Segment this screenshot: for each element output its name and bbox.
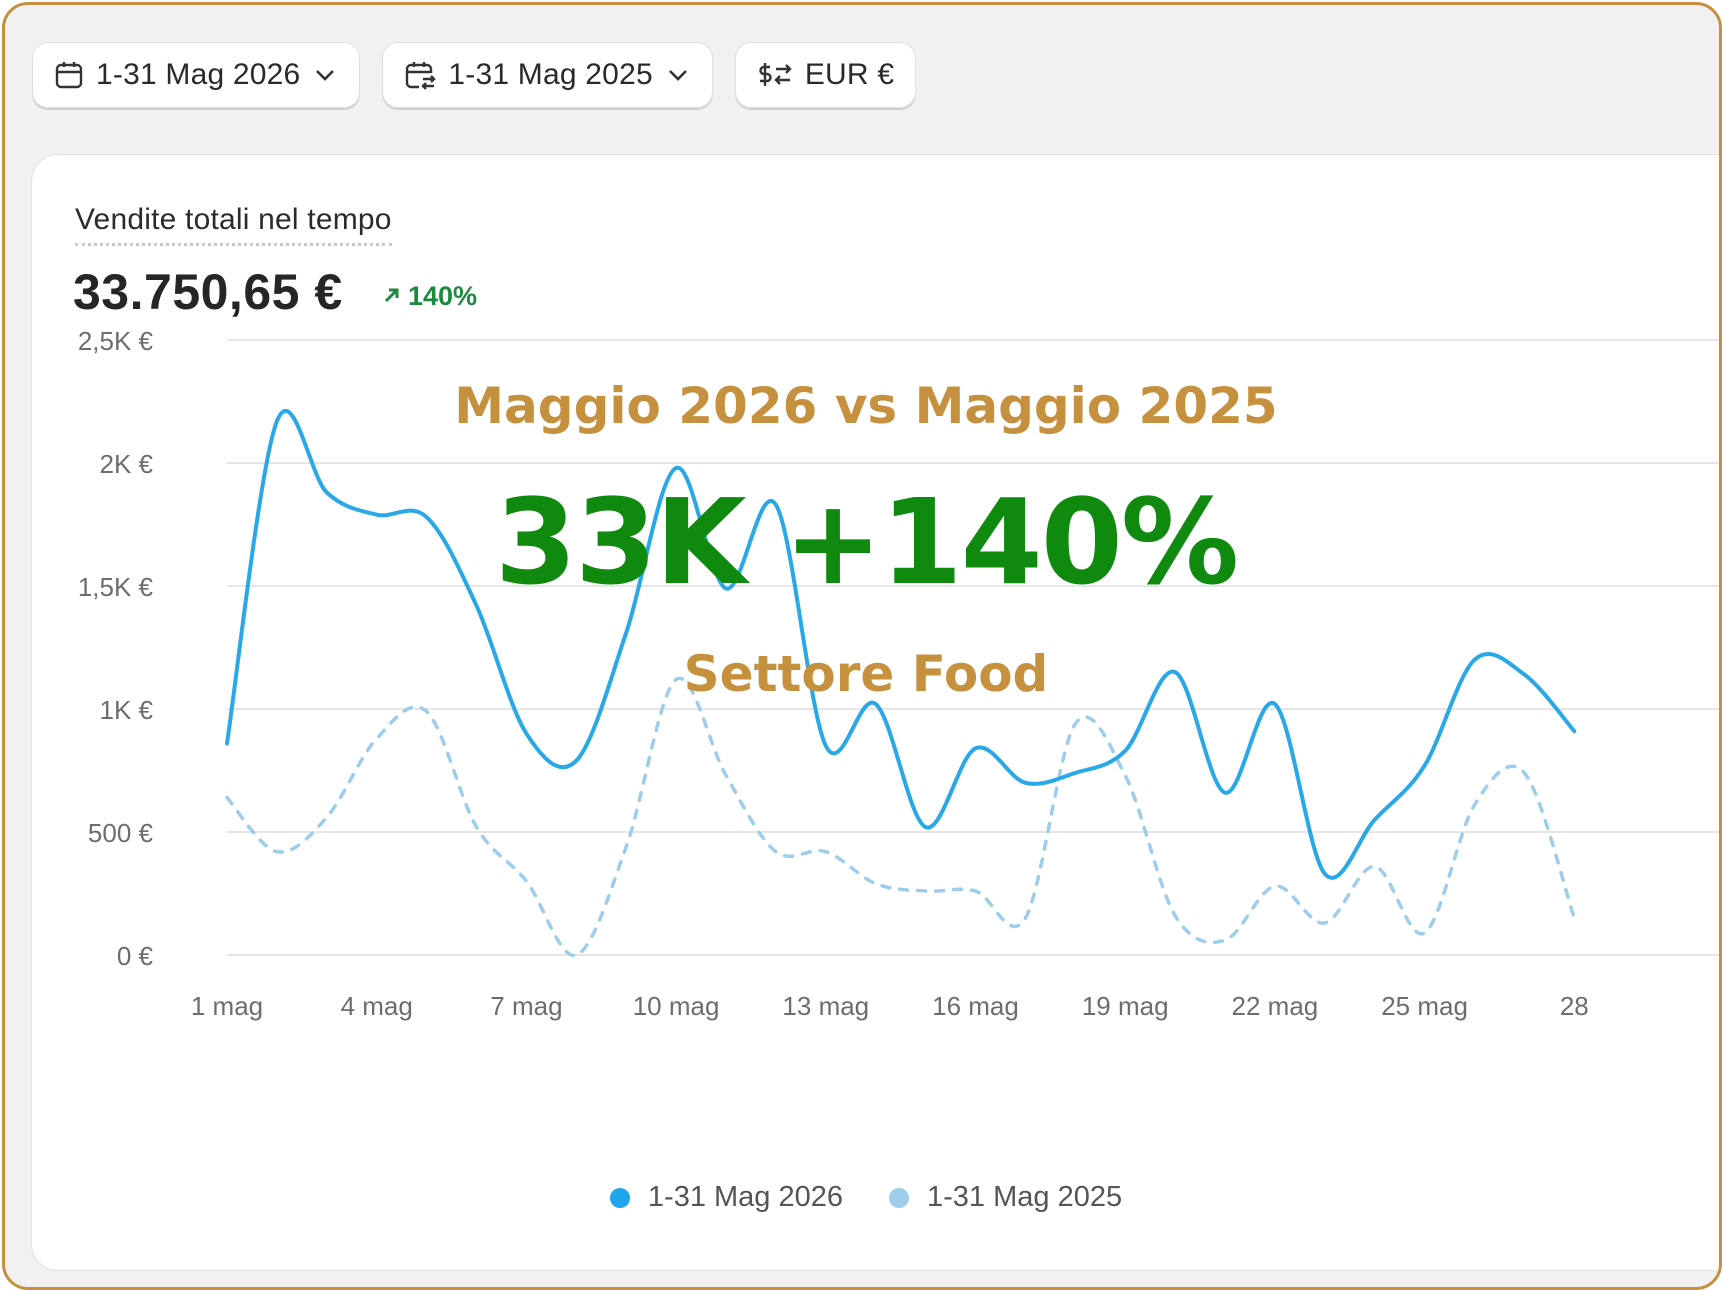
y-tick-label: 0 € [117,941,154,971]
legend-item-previous[interactable]: 1-31 Mag 2025 [889,1181,1122,1214]
legend-dot-current [609,1187,630,1208]
overlay-headline: Maggio 2026 vs Maggio 2025 [454,377,1278,435]
series-line-2025 [225,676,1577,957]
x-tick-label: 7 mag [490,991,562,1021]
y-tick-label: 2,5K € [78,326,154,356]
legend-label-previous: 1-31 Mag 2025 [927,1181,1123,1213]
y-tick-label: 500 € [88,818,154,848]
x-tick-label: 10 mag [633,991,720,1021]
x-tick-label: 25 mag [1381,991,1468,1021]
x-tick-label: 19 mag [1082,991,1169,1021]
legend-item-current[interactable]: 1-31 Mag 2026 [609,1181,843,1214]
x-tick-label: 16 mag [932,991,1019,1021]
x-tick-label: 22 mag [1232,991,1319,1021]
legend-label-current: 1-31 Mag 2026 [647,1181,843,1213]
chart-legend: 1-31 Mag 2026 1-31 Mag 2025 [5,1181,1719,1214]
x-tick-label: 28 [1560,991,1589,1021]
x-tick-label: 1 mag [191,991,263,1021]
x-tick-label: 13 mag [782,991,869,1021]
overlay-sector: Settore Food [683,645,1049,703]
x-tick-label: 4 mag [341,991,413,1021]
legend-dot-previous [889,1187,909,1208]
screenshot-frame: 1-31 Mag 2026 1-31 Mag 2025 EUR € Vendit… [2,2,1722,1290]
overlay-big-number: 33K +140% [494,473,1239,611]
